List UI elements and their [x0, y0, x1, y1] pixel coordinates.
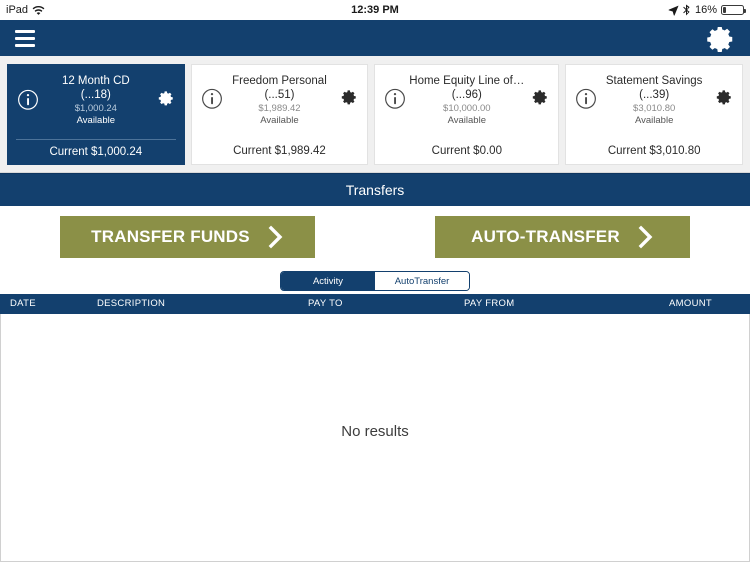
gear-icon[interactable]	[706, 24, 736, 54]
account-available-amount: $1,989.42	[258, 102, 301, 114]
segmented-control-wrap: Activity AutoTransfer	[0, 268, 750, 294]
info-circle-icon[interactable]	[575, 88, 597, 110]
auto-transfer-button[interactable]: AUTO-TRANSFER	[435, 216, 690, 258]
account-available-amount: $10,000.00	[443, 102, 491, 114]
column-header-pay-to[interactable]: PAY TO	[308, 294, 343, 314]
top-nav-bar	[0, 20, 750, 56]
tab-autotransfer[interactable]: AutoTransfer	[375, 272, 469, 290]
account-name: Freedom Personal	[232, 74, 327, 87]
status-bar-clock: 12:39 PM	[351, 4, 399, 16]
battery-percent-label: 16%	[694, 4, 717, 16]
account-card[interactable]: Statement Savings (...39) $3,010.80 Avai…	[565, 63, 743, 165]
column-header-description[interactable]: DESCRIPTION	[97, 294, 165, 314]
account-card-top: Freedom Personal (...51) $1,989.42 Avail…	[192, 65, 368, 138]
page-title: Transfers	[0, 173, 750, 206]
account-name: Home Equity Line of…	[409, 74, 525, 87]
column-header-date[interactable]: DATE	[10, 294, 36, 314]
accounts-carousel[interactable]: 12 Month CD (...18) $1,000.24 Available …	[0, 56, 750, 173]
empty-state-message: No results	[341, 423, 409, 440]
column-header-amount[interactable]: AMOUNT	[669, 294, 712, 314]
column-header-pay-from[interactable]: PAY FROM	[464, 294, 514, 314]
account-mask: (...51)	[264, 88, 295, 101]
account-available-label: Available	[634, 114, 674, 126]
bluetooth-icon	[683, 4, 690, 16]
account-card[interactable]: 12 Month CD (...18) $1,000.24 Available …	[7, 63, 185, 165]
app-root: iPad 12:39 PM 16% 12 Month CD (...18) $1…	[0, 0, 750, 562]
status-bar-right: 16%	[668, 0, 746, 20]
account-available-amount: $3,010.80	[633, 102, 676, 114]
account-card-top: 12 Month CD (...18) $1,000.24 Available	[8, 65, 184, 139]
account-mask: (...18)	[80, 88, 111, 101]
info-circle-icon[interactable]	[17, 88, 39, 110]
gear-icon[interactable]	[531, 88, 549, 106]
account-name: 12 Month CD	[61, 74, 130, 87]
chevron-right-icon	[638, 225, 653, 249]
segmented-control[interactable]: Activity AutoTransfer	[280, 271, 470, 291]
account-card[interactable]: Home Equity Line of… (...96) $10,000.00 …	[374, 63, 560, 165]
account-mask: (...39)	[639, 88, 670, 101]
auto-transfer-label: AUTO-TRANSFER	[471, 227, 620, 246]
transfer-funds-button[interactable]: TRANSFER FUNDS	[60, 216, 315, 258]
tab-activity[interactable]: Activity	[281, 272, 375, 290]
chevron-right-icon	[268, 225, 283, 249]
account-mask: (...96)	[451, 88, 482, 101]
account-card-top: Home Equity Line of… (...96) $10,000.00 …	[375, 65, 558, 138]
account-current-balance: Current $0.00	[431, 144, 502, 157]
transactions-table-header: DATE DESCRIPTION PAY TO PAY FROM AMOUNT	[0, 294, 750, 314]
account-available-amount: $1,000.24	[74, 102, 117, 114]
gear-icon[interactable]	[157, 89, 175, 107]
account-available-label: Available	[447, 114, 486, 126]
location-arrow-icon	[668, 5, 679, 16]
gear-icon[interactable]	[715, 88, 733, 106]
account-current-balance: Current $3,010.80	[607, 144, 701, 157]
account-current-balance: Current $1,000.24	[16, 138, 176, 164]
ios-status-bar: iPad 12:39 PM 16%	[0, 0, 750, 20]
account-name: Statement Savings	[605, 74, 703, 87]
account-available-label: Available	[260, 114, 299, 126]
transactions-table-body: No results	[0, 314, 750, 562]
transfer-funds-label: TRANSFER FUNDS	[91, 227, 250, 246]
account-card-top: Statement Savings (...39) $3,010.80 Avai…	[566, 65, 742, 138]
transfer-actions-row: TRANSFER FUNDS AUTO-TRANSFER	[0, 206, 750, 268]
info-circle-icon[interactable]	[384, 88, 406, 110]
account-current-balance: Current $1,989.42	[233, 144, 326, 157]
battery-icon	[721, 5, 746, 15]
info-circle-icon[interactable]	[201, 88, 223, 110]
account-card[interactable]: Freedom Personal (...51) $1,989.42 Avail…	[190, 63, 369, 165]
gear-icon[interactable]	[340, 88, 358, 106]
account-available-label: Available	[76, 114, 116, 126]
hamburger-menu-icon[interactable]	[12, 27, 38, 49]
